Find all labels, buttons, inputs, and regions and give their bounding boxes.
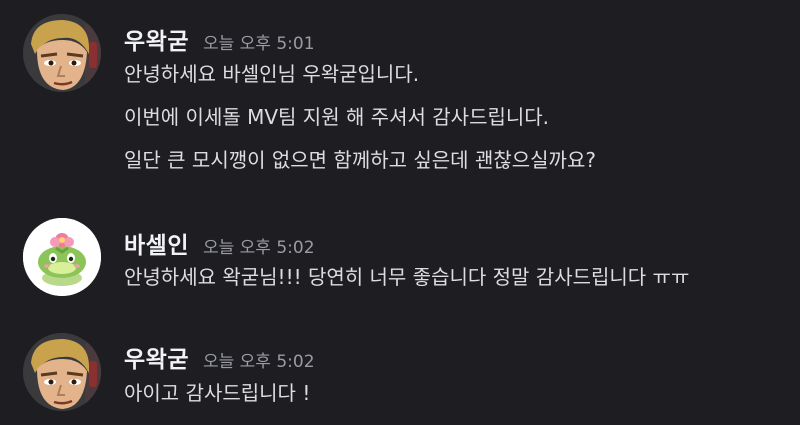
message-text: 안녕하세요 바셀인님 우왁굳입니다. (124, 62, 420, 86)
chat-log: 우왁굳 오늘 오후 5:01 안녕하세요 바셀인님 우왁굳입니다. 이번에 이세… (0, 0, 800, 425)
message-header: 바셀인 오늘 오후 5:02 (124, 226, 315, 260)
timestamp[interactable]: 오늘 오후 5:02 (203, 347, 315, 372)
username[interactable]: 바셀인 (124, 226, 189, 260)
message-text: 안녕하세요 왁굳님!!! 당연히 너무 좋습니다 정말 감사드립니다 ㅠㅠ (124, 265, 690, 289)
avatar-woowakgood[interactable] (23, 14, 101, 92)
avatar-basselin[interactable] (23, 218, 101, 296)
message-text: 이번에 이세돌 MV팀 지원 해 주셔서 감사드립니다. (124, 105, 550, 129)
avatar-woowakgood[interactable] (23, 333, 101, 411)
message-text: 일단 큰 모시깽이 없으면 함께하고 싶은데 괜찮으실까요? (124, 148, 596, 172)
message-header: 우왁굳 오늘 오후 5:01 (124, 22, 315, 56)
message-text: 아이고 감사드립니다 ! (124, 381, 311, 405)
timestamp[interactable]: 오늘 오후 5:02 (203, 233, 315, 258)
username[interactable]: 우왁굳 (124, 340, 189, 374)
message-header: 우왁굳 오늘 오후 5:02 (124, 340, 315, 374)
username[interactable]: 우왁굳 (124, 22, 189, 56)
timestamp[interactable]: 오늘 오후 5:01 (203, 29, 315, 54)
